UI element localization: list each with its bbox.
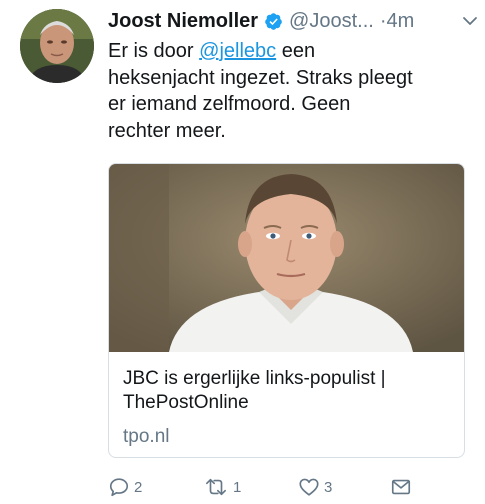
card-title[interactable]: JBC is ergerlijke links-populist | ThePo… xyxy=(123,367,453,415)
card-domain[interactable]: tpo.nl xyxy=(123,426,169,448)
tweet-header: Joost Niemoller @Joost... ·4m xyxy=(108,6,478,36)
avatar-image xyxy=(20,9,94,83)
timestamp[interactable]: ·4m xyxy=(380,10,414,33)
like-count: 3 xyxy=(324,478,333,496)
tweet-text-line: heksenjacht ingezet. Straks pleegt xyxy=(108,66,413,89)
envelope-icon xyxy=(391,479,411,495)
direct-message-button[interactable] xyxy=(390,474,412,500)
retweet-count: 1 xyxy=(233,478,242,496)
reply-button[interactable]: 2 xyxy=(108,474,142,500)
verified-badge-icon xyxy=(265,12,282,30)
card-image xyxy=(109,164,464,352)
heart-icon xyxy=(299,478,319,496)
tweet-text-line: rechter meer. xyxy=(108,119,226,142)
avatar[interactable] xyxy=(20,9,94,83)
tweet-actions: 2 1 3 xyxy=(108,474,478,500)
reply-count: 2 xyxy=(134,478,143,496)
display-name[interactable]: Joost Niemoller xyxy=(108,10,258,33)
retweet-icon xyxy=(206,478,226,496)
tweet-text-line: er iemand zelfmoord. Geen xyxy=(108,93,351,115)
link-card[interactable]: JBC is ergerlijke links-populist | ThePo… xyxy=(108,163,465,458)
reply-icon xyxy=(109,478,129,497)
user-handle[interactable]: @Joost... xyxy=(289,10,374,33)
tweet-text: Er is door @jellebc een heksenjacht inge… xyxy=(108,38,478,144)
chevron-down-icon[interactable] xyxy=(462,13,478,29)
like-button[interactable]: 3 xyxy=(298,474,332,500)
mention-link[interactable]: @jellebc xyxy=(199,40,276,62)
tweet-text-line: Er is door @jellebc een xyxy=(108,40,316,62)
retweet-button[interactable]: 1 xyxy=(203,474,241,500)
